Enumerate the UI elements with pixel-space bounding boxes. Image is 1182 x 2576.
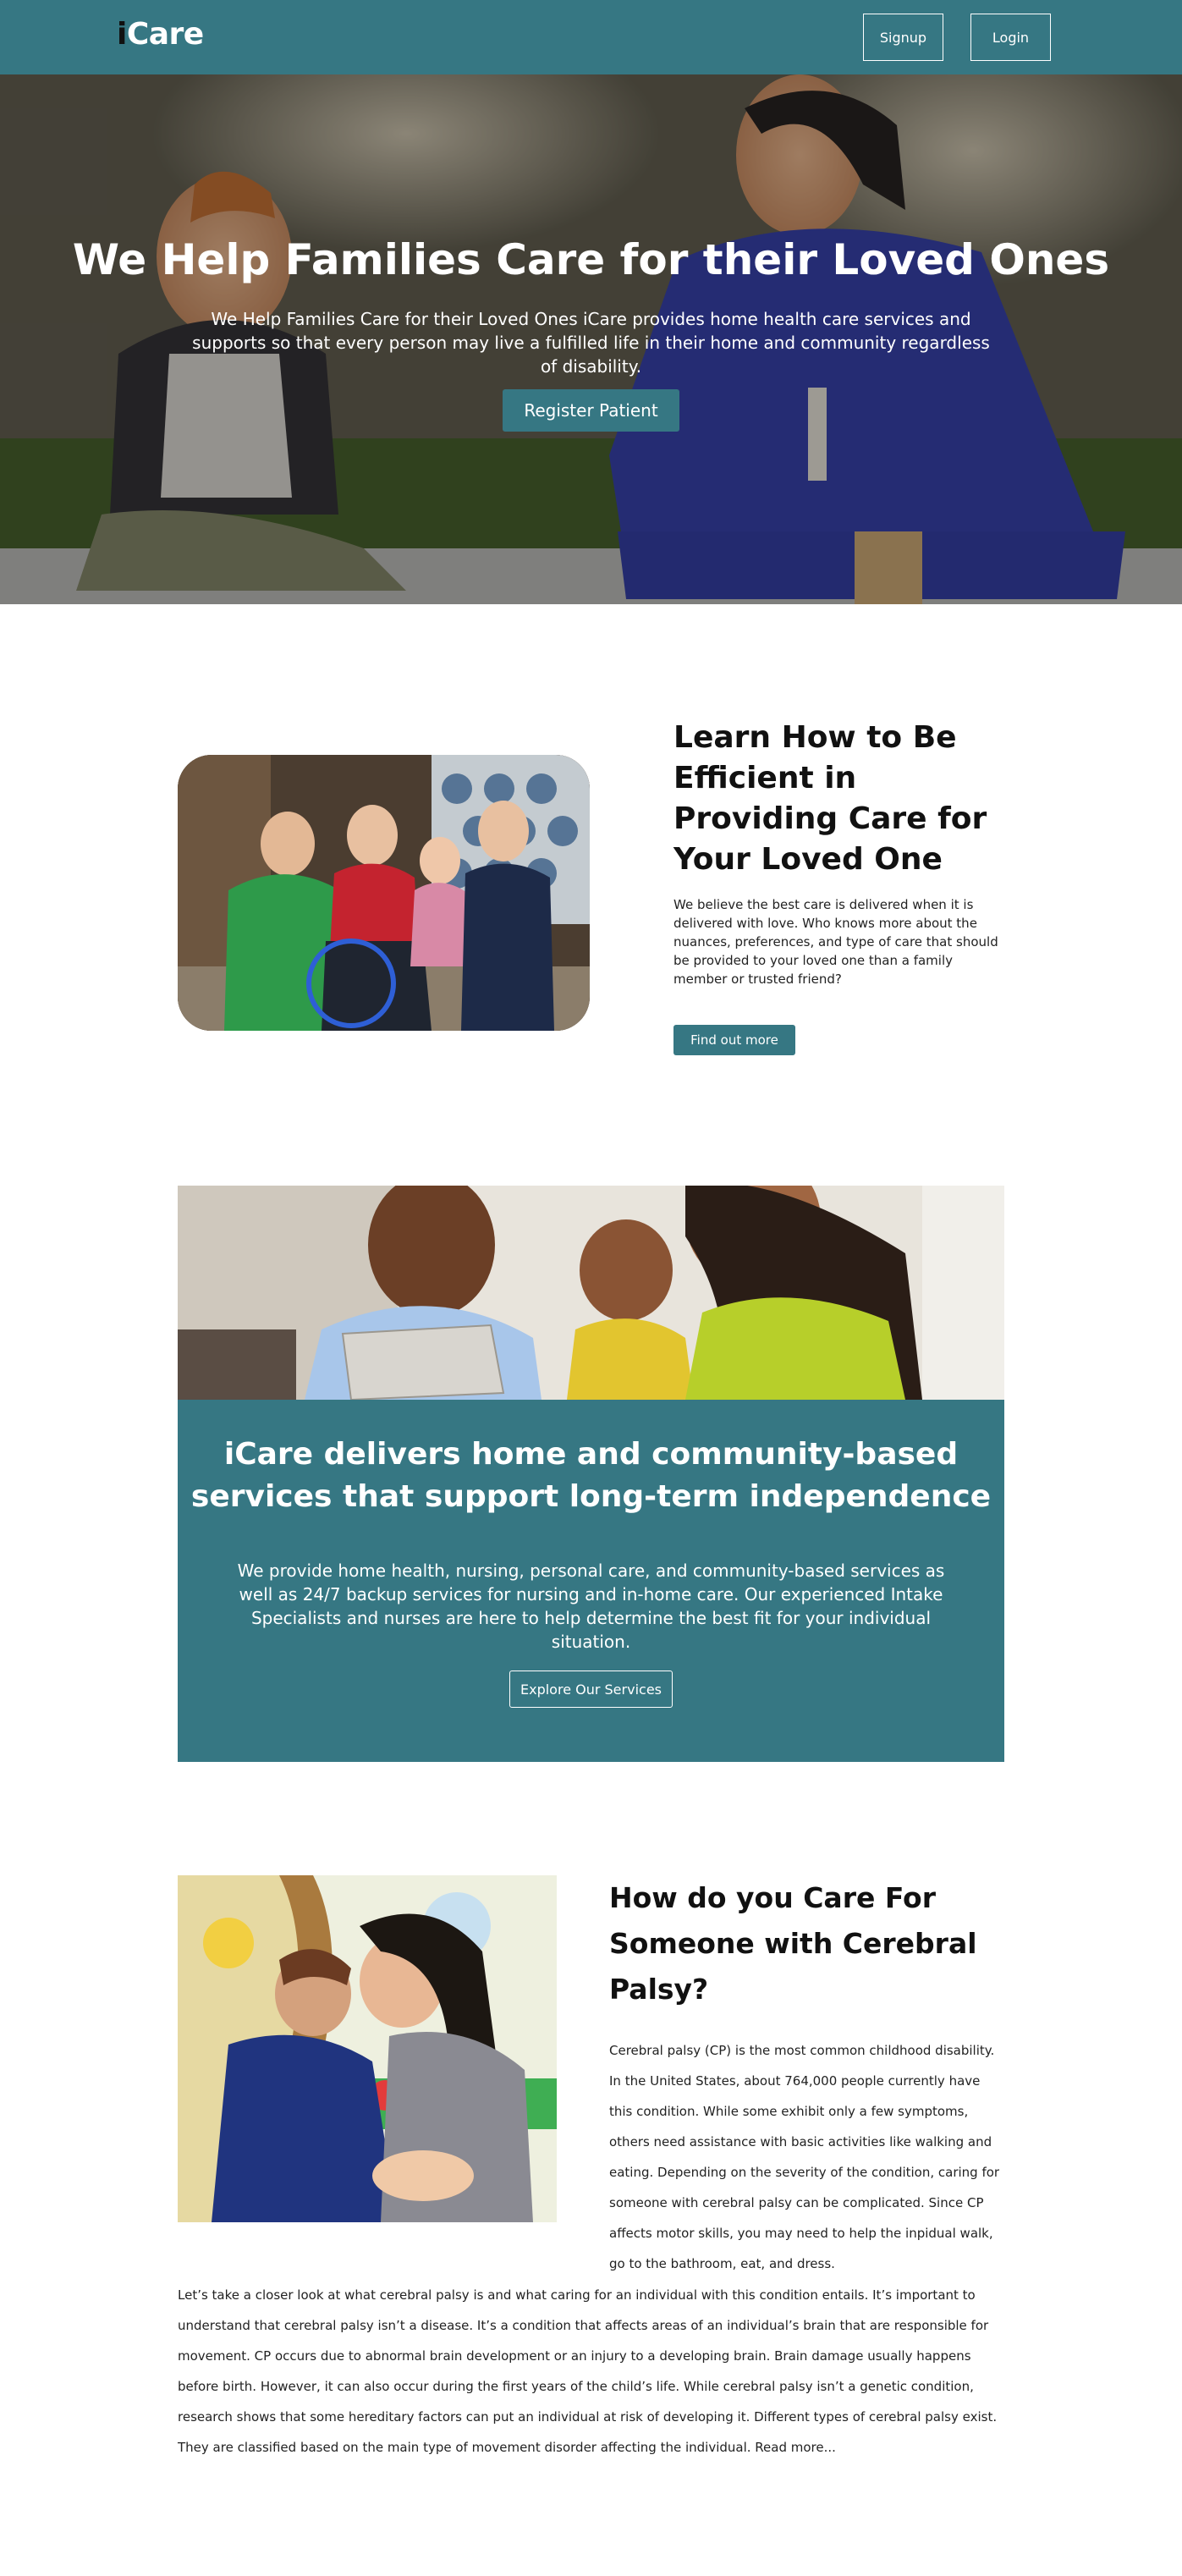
hero-subtitle: We Help Families Care for their Loved On… <box>192 309 990 377</box>
services-title: iCare delivers home and community-based … <box>190 1437 992 1514</box>
services-text: We provide home health, nursing, persona… <box>237 1560 945 1652</box>
logo-i: i <box>117 17 127 52</box>
family-tablet-photo <box>178 1186 1004 1400</box>
cerebral-palsy-title: How do you Care For Someone with Cerebra… <box>609 1881 977 2006</box>
cerebral-palsy-intro-text: Cerebral palsy (CP) is the most common c… <box>609 2043 1000 2271</box>
cerebral-palsy-detail-text: Let’s take a closer look at what cerebra… <box>178 2287 998 2455</box>
register-patient-button[interactable]: Register Patient <box>503 389 679 432</box>
learn-title: Learn How to Be Efficient in Providing C… <box>673 720 987 877</box>
login-button[interactable]: Login <box>970 14 1051 61</box>
family-photo <box>178 755 590 1031</box>
navbar: iCare Signup Login <box>0 0 1182 74</box>
hero-title: We Help Families Care for their Loved On… <box>72 235 1110 284</box>
services-card: iCare delivers home and community-based … <box>178 1400 1004 1762</box>
find-out-more-button[interactable]: Find out more <box>673 1025 795 1055</box>
cerebral-palsy-photo <box>178 1875 557 2222</box>
logo-text: Care <box>126 17 204 52</box>
signup-button[interactable]: Signup <box>863 14 943 61</box>
explore-services-button[interactable]: Explore Our Services <box>509 1671 673 1708</box>
family-photo-illustration <box>178 755 590 1031</box>
cerebral-palsy-illustration <box>178 1875 557 2222</box>
learn-text: We believe the best care is delivered wh… <box>673 897 998 987</box>
hero-section: We Help Families Care for their Loved On… <box>0 74 1182 604</box>
family-tablet-illustration <box>178 1186 1004 1400</box>
logo[interactable]: iCare <box>117 17 204 52</box>
